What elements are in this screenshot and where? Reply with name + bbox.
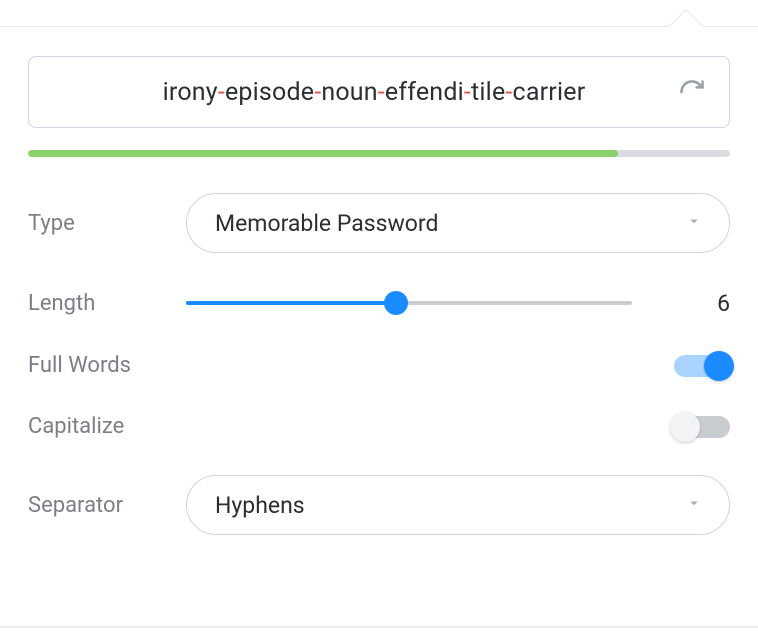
separator-select-value: Hyphens — [215, 492, 305, 519]
generated-password-text: irony-episode-noun-effendi-tile-carrier — [85, 78, 663, 107]
toggle-knob — [670, 412, 700, 442]
refresh-icon — [678, 78, 706, 106]
regenerate-button[interactable] — [675, 75, 709, 109]
capitalize-toggle[interactable] — [674, 416, 730, 438]
toggle-knob — [704, 351, 734, 381]
length-label: Length — [28, 291, 186, 316]
separator-label: Separator — [28, 493, 186, 518]
type-select-value: Memorable Password — [215, 210, 438, 237]
length-slider[interactable] — [186, 289, 632, 317]
capitalize-label: Capitalize — [28, 414, 186, 439]
full-words-toggle[interactable] — [674, 355, 730, 377]
chevron-down-icon — [685, 494, 703, 516]
full-words-label: Full Words — [28, 353, 186, 378]
type-label: Type — [28, 211, 186, 236]
slider-track-fill — [186, 301, 396, 305]
slider-thumb[interactable] — [384, 291, 408, 315]
strength-meter — [28, 150, 730, 157]
chevron-down-icon — [685, 212, 703, 234]
type-select[interactable]: Memorable Password — [186, 193, 730, 253]
separator-select[interactable]: Hyphens — [186, 475, 730, 535]
generated-password-box: irony-episode-noun-effendi-tile-carrier — [28, 56, 730, 128]
password-generator-panel: irony-episode-noun-effendi-tile-carrier … — [0, 26, 758, 632]
strength-meter-fill — [28, 150, 618, 157]
length-value: 6 — [670, 290, 730, 317]
panel-divider — [0, 626, 758, 628]
